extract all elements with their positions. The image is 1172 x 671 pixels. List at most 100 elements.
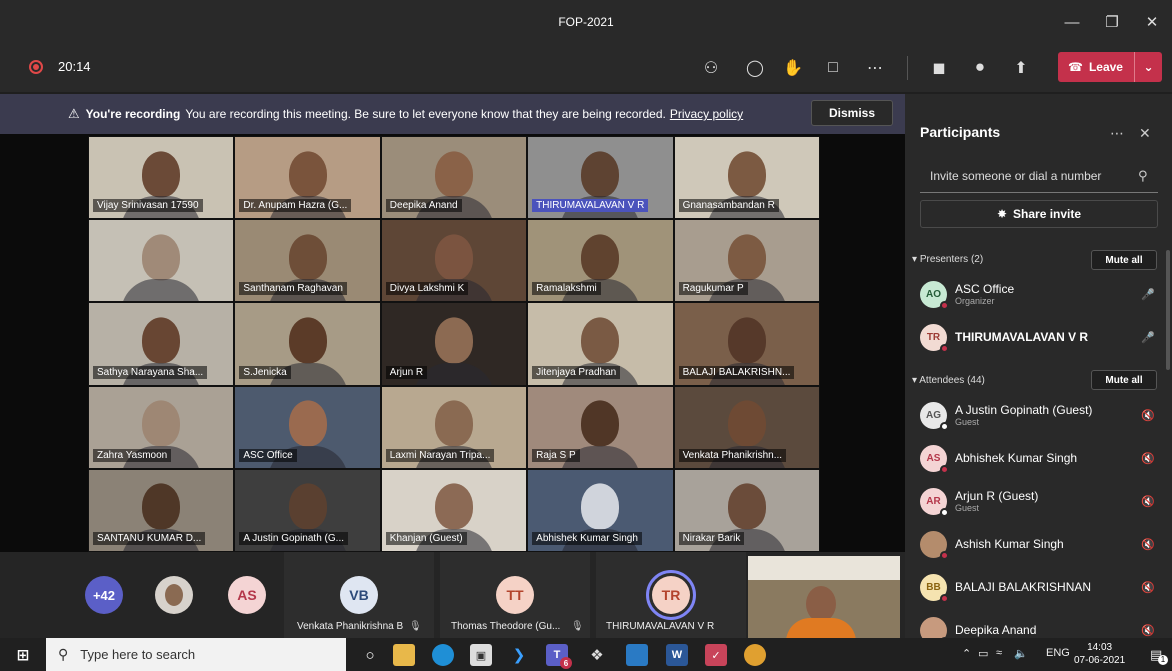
video-tile[interactable]: S.Jenicka	[234, 302, 381, 386]
mic-muted-icon[interactable]: 🔇	[1138, 452, 1158, 465]
leave-options-chevron-icon[interactable]: ⌄	[1134, 52, 1162, 82]
video-tile[interactable]: Arjun R	[380, 302, 528, 386]
dropbox-icon[interactable]: ❖	[586, 644, 608, 666]
close-icon[interactable]: ✕	[1132, 0, 1172, 44]
video-tile-name: ASC Office	[239, 448, 297, 462]
mic-icon[interactable]: ⚫	[967, 55, 993, 81]
taskbar-clock[interactable]: 14:03 07-06-2021	[1074, 641, 1125, 667]
video-tile[interactable]: BALAJI BALAKRISHN...	[673, 302, 820, 386]
video-tile[interactable]: Gnanasambandan R	[673, 136, 820, 220]
dismiss-button[interactable]: Dismiss	[811, 100, 893, 126]
panel-more-icon[interactable]: ⋯	[1110, 125, 1124, 142]
video-tile[interactable]: ASC Office	[234, 385, 381, 469]
panel-scrollbar[interactable]	[1166, 250, 1170, 370]
camera-icon[interactable]: ◼	[926, 55, 952, 81]
mic-on-icon[interactable]: 🎤	[1138, 288, 1158, 301]
taskbar-search[interactable]: ⚲ Type here to search	[46, 638, 346, 671]
video-tile[interactable]: A Justin Gopinath (G...	[234, 468, 381, 552]
mute-all-presenters-button[interactable]: Mute all	[1091, 250, 1157, 270]
mic-on-icon[interactable]: 🎤	[1138, 331, 1158, 344]
participant-row[interactable]: AS Abhishek Kumar Singh 🔇	[920, 438, 1158, 478]
language-indicator[interactable]: ENG	[1046, 647, 1070, 659]
video-tile-name: Gnanasambandan R	[678, 199, 779, 213]
video-tile[interactable]: Santhanam Raghavan	[234, 219, 381, 303]
edge-icon[interactable]	[432, 644, 454, 666]
share-icon[interactable]: ⬆	[1008, 55, 1034, 81]
rooms-icon[interactable]: □	[820, 55, 846, 81]
video-tile[interactable]: Sathya Narayana Sha...	[88, 302, 235, 386]
more-participants-button[interactable]: +42	[85, 576, 123, 614]
panel-close-icon[interactable]: ✕	[1139, 125, 1151, 142]
video-tile-name: Ramalakshmi	[532, 282, 601, 296]
participant-row[interactable]: TR THIRUMAVALAVAN V R 🎤	[920, 317, 1158, 357]
people-icon[interactable]: ⚇	[698, 55, 724, 81]
video-tile[interactable]: Abhishek Kumar Singh	[527, 468, 674, 552]
store-icon[interactable]: ▣	[470, 644, 492, 666]
video-tile[interactable]: Khanjan (Guest)	[380, 468, 528, 552]
vscode-icon[interactable]: ❯	[508, 644, 530, 666]
mic-muted-icon[interactable]: 🔇	[1138, 495, 1158, 508]
search-icon[interactable]: ⚲	[1138, 168, 1148, 184]
volume-icon[interactable]: 🔈	[1014, 647, 1028, 660]
mic-muted-icon[interactable]: 🔇	[1138, 624, 1158, 637]
more-icon[interactable]: ⋯	[862, 55, 888, 81]
word-icon[interactable]: W	[666, 644, 688, 666]
restore-icon[interactable]: ❐	[1092, 0, 1132, 44]
video-tile-name: SANTANU KUMAR D...	[93, 531, 206, 545]
cortana-icon[interactable]: ○	[359, 644, 381, 666]
participant-row[interactable]: BB BALAJI BALAKRISHNAN 🔇	[920, 567, 1158, 607]
participant-row[interactable]: AR Arjun R (Guest) Guest 🔇	[920, 481, 1158, 521]
participant-video	[581, 483, 620, 530]
mute-all-attendees-button[interactable]: Mute all	[1091, 370, 1157, 390]
notification-icon[interactable]: ▤ 1	[1150, 647, 1168, 665]
participant-info: BALAJI BALAKRISHNAN	[955, 580, 1138, 594]
participant-video	[142, 234, 181, 281]
video-editor-icon[interactable]: ✓	[705, 644, 727, 666]
video-tile[interactable]: SANTANU KUMAR D...	[88, 468, 235, 552]
privacy-policy-link[interactable]: Privacy policy	[670, 107, 743, 121]
video-tile[interactable]: Dr. Anupam Hazra (G...	[234, 136, 381, 220]
video-tile[interactable]: Ramalakshmi	[527, 219, 674, 303]
presenters-section-header[interactable]: ▾ Presenters (2)	[912, 254, 983, 265]
chat-icon[interactable]: ◯	[742, 55, 768, 81]
video-tile[interactable]: Nirakar Barik	[673, 468, 820, 552]
video-tile[interactable]: Raja S P	[527, 385, 674, 469]
reactions-icon[interactable]: ✋	[780, 55, 806, 81]
photos-icon[interactable]	[626, 644, 648, 666]
wifi-icon[interactable]: ≈	[996, 647, 1002, 659]
chrome-icon[interactable]	[744, 644, 766, 666]
avatar-initials: AO	[926, 288, 941, 300]
video-tile[interactable]	[88, 219, 235, 303]
video-tile[interactable]: Vijay Srinivasan 17590	[88, 136, 235, 220]
video-tile[interactable]: THIRUMAVALAVAN V R	[527, 136, 674, 220]
video-tile-name: Venkata Phanikrishn...	[678, 448, 787, 462]
tray-chevron-icon[interactable]: ⌃	[962, 647, 971, 660]
video-tile[interactable]: Zahra Yasmoon	[88, 385, 235, 469]
video-tile[interactable]: Venkata Phanikrishn...	[673, 385, 820, 469]
video-tile[interactable]: Jitenjaya Pradhan	[527, 302, 674, 386]
minimize-icon[interactable]: —	[1052, 0, 1092, 44]
share-invite-button[interactable]: ✸ Share invite	[920, 200, 1158, 228]
video-tile[interactable]: Divya Lakshmi K	[380, 219, 528, 303]
file-explorer-icon[interactable]	[393, 644, 415, 666]
windows-start-icon[interactable]: ⊞	[12, 644, 34, 666]
video-tile-name: Nirakar Barik	[678, 531, 745, 545]
attendees-section-header[interactable]: ▾ Attendees (44)	[912, 375, 985, 386]
video-tile[interactable]: Ragukumar P	[673, 219, 820, 303]
participant-row[interactable]: Ashish Kumar Singh 🔇	[920, 524, 1158, 564]
mic-muted-icon[interactable]: 🔇	[1138, 538, 1158, 551]
mic-muted-icon[interactable]: 🔇	[1138, 581, 1158, 594]
self-video-preview[interactable]	[748, 556, 900, 638]
participant-row[interactable]: AO ASC Office Organizer 🎤	[920, 274, 1158, 314]
teams-icon[interactable]: T6	[546, 644, 572, 669]
video-tile[interactable]: Deepika Anand	[380, 136, 528, 220]
participant-avatar-as[interactable]: AS	[228, 576, 266, 614]
participant-avatar[interactable]	[155, 576, 193, 614]
video-tile[interactable]: Laxmi Narayan Tripa...	[380, 385, 528, 469]
leave-button[interactable]: ☎ Leave ⌄	[1058, 52, 1162, 82]
mic-muted-icon[interactable]: 🔇	[1138, 409, 1158, 422]
invite-input[interactable]: Invite someone or dial a number	[930, 169, 1101, 183]
battery-icon[interactable]: ▭	[978, 647, 988, 660]
participant-video	[727, 150, 766, 197]
participant-row[interactable]: AG A Justin Gopinath (Guest) Guest 🔇	[920, 395, 1158, 435]
